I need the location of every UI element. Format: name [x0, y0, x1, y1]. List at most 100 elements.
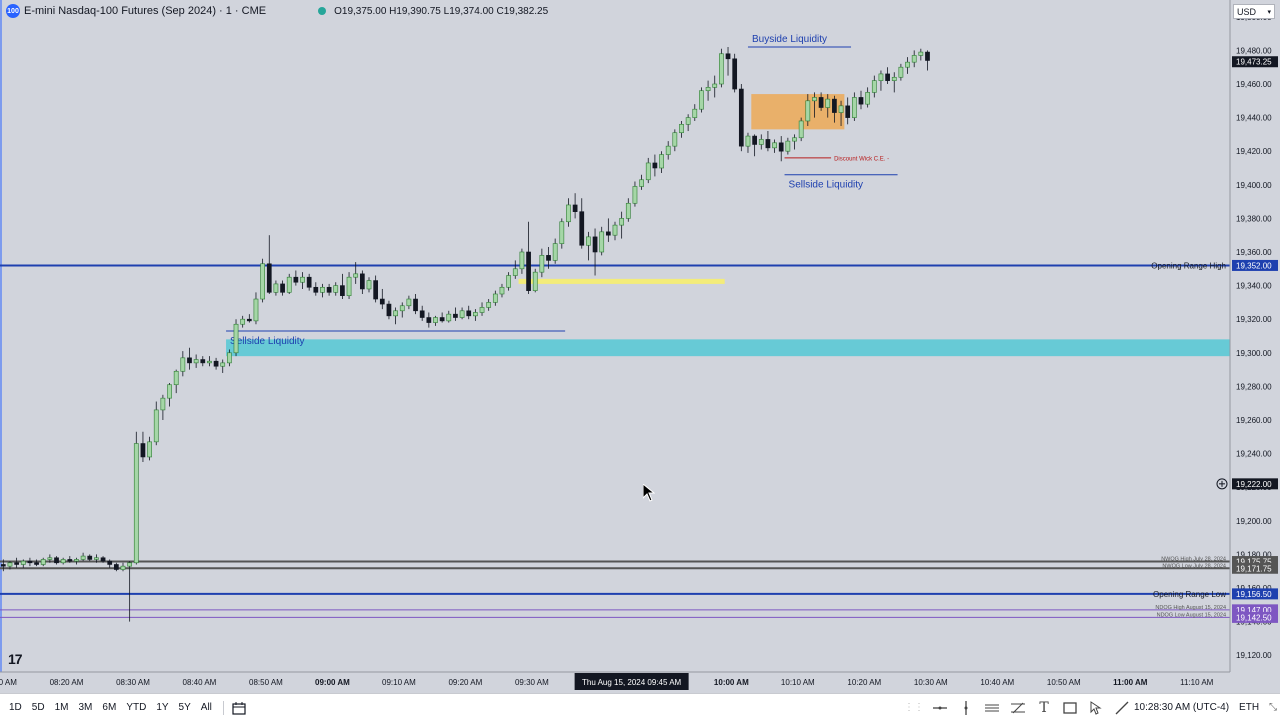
parallel-channel-icon[interactable] — [983, 699, 1001, 717]
trend-line-icon[interactable] — [1113, 699, 1131, 717]
candle-up — [260, 263, 265, 300]
y-tick-label: 19,260.00 — [1236, 416, 1272, 425]
pointer-icon[interactable] — [1087, 699, 1105, 717]
candle-down — [426, 317, 432, 323]
candle-down — [885, 73, 890, 81]
calendar-icon[interactable] — [230, 699, 248, 717]
candle-up — [180, 357, 186, 372]
candle-down — [732, 58, 738, 90]
candle-up — [366, 280, 372, 290]
y-tick-label: 19,300.00 — [1236, 349, 1272, 358]
candle-up — [253, 298, 259, 322]
candle-down — [725, 53, 731, 60]
candle-up — [320, 286, 325, 293]
settings-icon[interactable]: ⤡ — [1269, 702, 1277, 713]
candle-down — [572, 204, 578, 212]
candle-up — [586, 236, 591, 246]
x-tick-label: 10:10 AM — [781, 678, 815, 687]
candle-up — [133, 443, 139, 564]
candle-up — [406, 298, 412, 307]
divider — [222, 700, 224, 715]
candle-up — [240, 318, 246, 325]
candle-down — [313, 286, 319, 293]
candle-up — [911, 55, 917, 63]
candle-down — [14, 562, 19, 565]
candle-up — [74, 559, 79, 562]
range-ytd[interactable]: YTD — [121, 702, 151, 713]
candle-up — [772, 142, 777, 149]
currency-select[interactable]: USD ▾ — [1233, 4, 1275, 19]
candle-up — [705, 87, 711, 92]
rectangle-tool-icon[interactable] — [1061, 699, 1079, 717]
level-tag-value-opening-range-low: 19,156.50 — [1236, 590, 1272, 599]
candle-down — [280, 283, 285, 293]
x-tick-label: 08:50 AM — [249, 678, 283, 687]
drag-handle-icon[interactable]: ⋮⋮ — [904, 699, 924, 717]
candle-down — [605, 231, 611, 236]
candle-up — [785, 140, 791, 152]
candle-up — [459, 310, 465, 318]
candle-down — [413, 298, 418, 312]
level-label-ndog-low: NDOG Low August 15, 2024 — [1157, 612, 1226, 618]
range-6m[interactable]: 6M — [97, 702, 121, 713]
candle-down — [439, 317, 445, 322]
candle-up — [127, 562, 133, 567]
range-1d[interactable]: 1D — [4, 702, 27, 713]
candle-up — [7, 562, 13, 567]
level-label-nwog-high: NWOG High July 28, 2024 — [1161, 557, 1226, 563]
y-tick-label: 19,120.00 — [1236, 651, 1272, 660]
candle-up — [898, 66, 904, 78]
candle-down — [466, 310, 472, 317]
candle-up — [552, 243, 558, 261]
candle-up — [446, 313, 452, 322]
candle-up — [80, 555, 86, 560]
session-toggle[interactable]: ETH — [1239, 702, 1259, 713]
range-all[interactable]: All — [196, 702, 217, 713]
y-tick-label: 19,360.00 — [1236, 248, 1272, 257]
candle-up — [871, 80, 877, 93]
range-3m[interactable]: 3M — [74, 702, 98, 713]
horizontal-line-icon[interactable] — [931, 699, 949, 717]
candle-up — [94, 557, 99, 560]
candle-up — [519, 251, 525, 270]
candle-up — [612, 224, 618, 236]
range-5y[interactable]: 5Y — [174, 702, 196, 713]
candle-down — [652, 162, 658, 169]
text-tool-icon[interactable]: T — [1035, 699, 1053, 717]
mouse-cursor-icon — [642, 482, 656, 507]
candle-up — [486, 302, 492, 308]
candle-up — [273, 283, 279, 293]
candle-up — [220, 362, 226, 367]
drawing-tools: ⋮⋮ T — [904, 694, 1131, 721]
y-tick-label: 19,380.00 — [1236, 214, 1272, 223]
candle-up — [645, 162, 651, 181]
crosshair-price-value: 19,222.00 — [1236, 480, 1272, 489]
candle-up — [619, 218, 625, 226]
candle-down — [386, 303, 392, 317]
currency-label: USD — [1237, 6, 1257, 17]
candle-down — [293, 276, 299, 283]
candle-up — [160, 397, 166, 411]
range-1m[interactable]: 1M — [50, 702, 74, 713]
candle-down — [0, 564, 6, 567]
fib-retracement-icon[interactable] — [1009, 699, 1027, 717]
x-tick-label: 10:20 AM — [847, 678, 881, 687]
candle-up — [685, 117, 691, 125]
candle-down — [340, 285, 345, 296]
symbol-badge: 100 — [6, 4, 20, 18]
candle-down — [200, 359, 206, 364]
candle-down — [379, 298, 385, 305]
candle-down — [373, 280, 379, 300]
level-label-opening-range-high: Opening Range High — [1151, 261, 1226, 270]
range-5d[interactable]: 5D — [27, 702, 50, 713]
clock[interactable]: 10:28:30 AM (UTC-4) — [1134, 702, 1229, 713]
range-1y[interactable]: 1Y — [151, 702, 173, 713]
candle-up — [153, 409, 159, 443]
candle-down — [359, 273, 365, 290]
vertical-line-icon[interactable] — [957, 699, 975, 717]
x-tick-label: 10:50 AM — [1047, 678, 1081, 687]
zone-yellow — [518, 278, 725, 284]
price-chart[interactable]: Buyside Liquidity Sellside Liquidity Sells… — [0, 0, 1280, 693]
symbol-title[interactable]: E-mini Nasdaq-100 Futures (Sep 2024) · 1… — [24, 5, 266, 17]
candle-up — [679, 124, 684, 134]
